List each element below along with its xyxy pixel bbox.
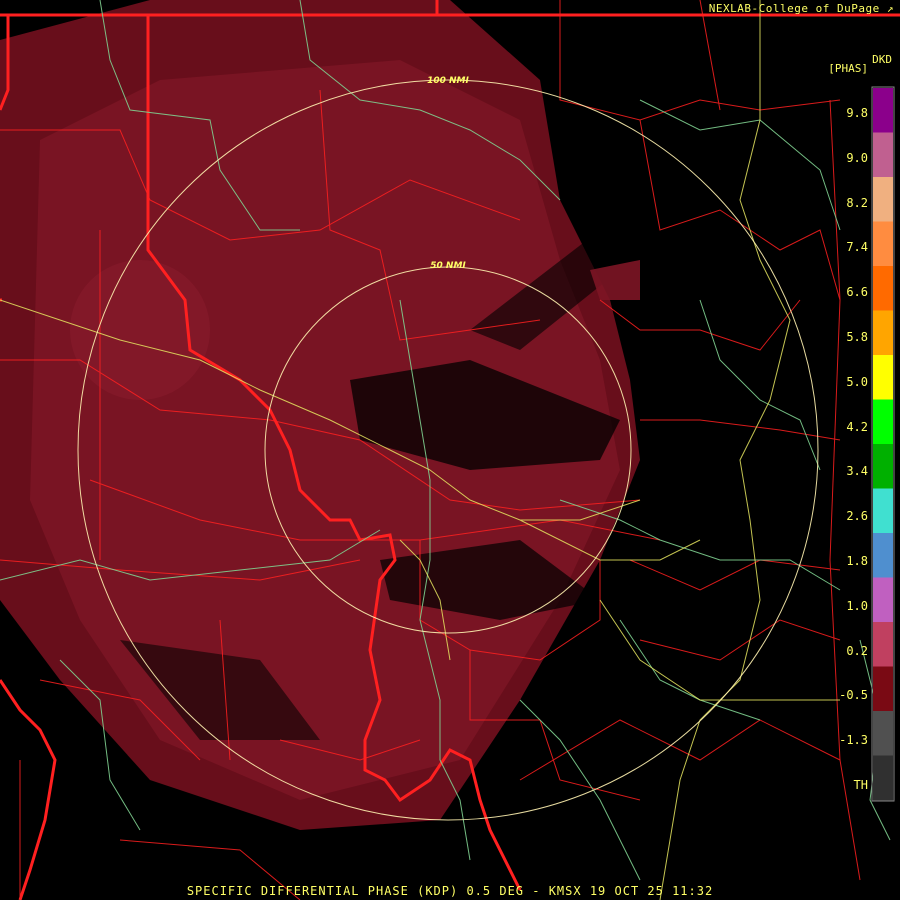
color-scale-label: 9.0 <box>846 150 868 165</box>
radar-echo <box>0 0 640 830</box>
color-scale-swatch <box>873 666 893 712</box>
color-scale-swatch <box>873 88 893 133</box>
image-caption: SPECIFIC DIFFERENTIAL PHASE (KDP) 0.5 DE… <box>186 884 714 898</box>
color-scale-swatch <box>873 310 893 356</box>
color-scale-label: 9.8 <box>846 106 868 120</box>
color-scale-label: 0.2 <box>846 643 868 658</box>
color-scale-swatch <box>873 177 893 222</box>
external-link-icon[interactable]: ↗ <box>887 2 894 15</box>
color-scale-label: 1.8 <box>846 554 868 568</box>
range-ring-label-100: 100 NMI <box>427 76 469 86</box>
color-scale-swatch <box>873 355 893 400</box>
color-scale-label: 1.0 <box>846 598 868 613</box>
legend-unit-bottom: [PHAS] <box>828 62 868 75</box>
color-scale-swatch <box>873 444 893 489</box>
color-scale-swatch <box>873 399 893 445</box>
color-scale-label: 5.8 <box>846 330 868 344</box>
color-scale-label: TH <box>853 778 868 792</box>
credit-text: NEXLAB-College of DuPage <box>708 2 880 15</box>
color-scale-label: 4.2 <box>846 419 868 434</box>
color-scale-label: 2.6 <box>846 509 868 524</box>
color-scale-label: 7.4 <box>846 240 868 255</box>
color-scale-label: -1.3 <box>839 733 868 748</box>
color-scale-label: 3.4 <box>846 464 868 479</box>
color-scale-swatch <box>873 622 893 667</box>
color-scale-label: 8.2 <box>846 195 868 210</box>
color-scale-swatch <box>873 755 893 801</box>
color-scale-label: -0.5 <box>839 688 868 703</box>
radar-map: 50 NMI 100 NMI <box>0 0 900 900</box>
color-scale-swatch <box>873 221 893 267</box>
range-ring-label-50: 50 NMI <box>430 261 466 271</box>
color-scale <box>871 86 895 802</box>
color-scale-label: 5.0 <box>846 374 868 389</box>
legend-unit-top: DKD <box>872 53 892 66</box>
color-scale-swatch <box>873 488 893 534</box>
color-scale-swatch <box>873 577 893 623</box>
color-scale-label: 6.6 <box>846 285 868 300</box>
color-scale-swatch <box>873 132 893 178</box>
color-scale-swatch <box>873 533 893 578</box>
color-scale-swatch <box>873 711 893 756</box>
color-scale-swatch <box>873 266 893 311</box>
credit-label: NEXLAB-College of DuPage ↗ <box>709 2 894 15</box>
